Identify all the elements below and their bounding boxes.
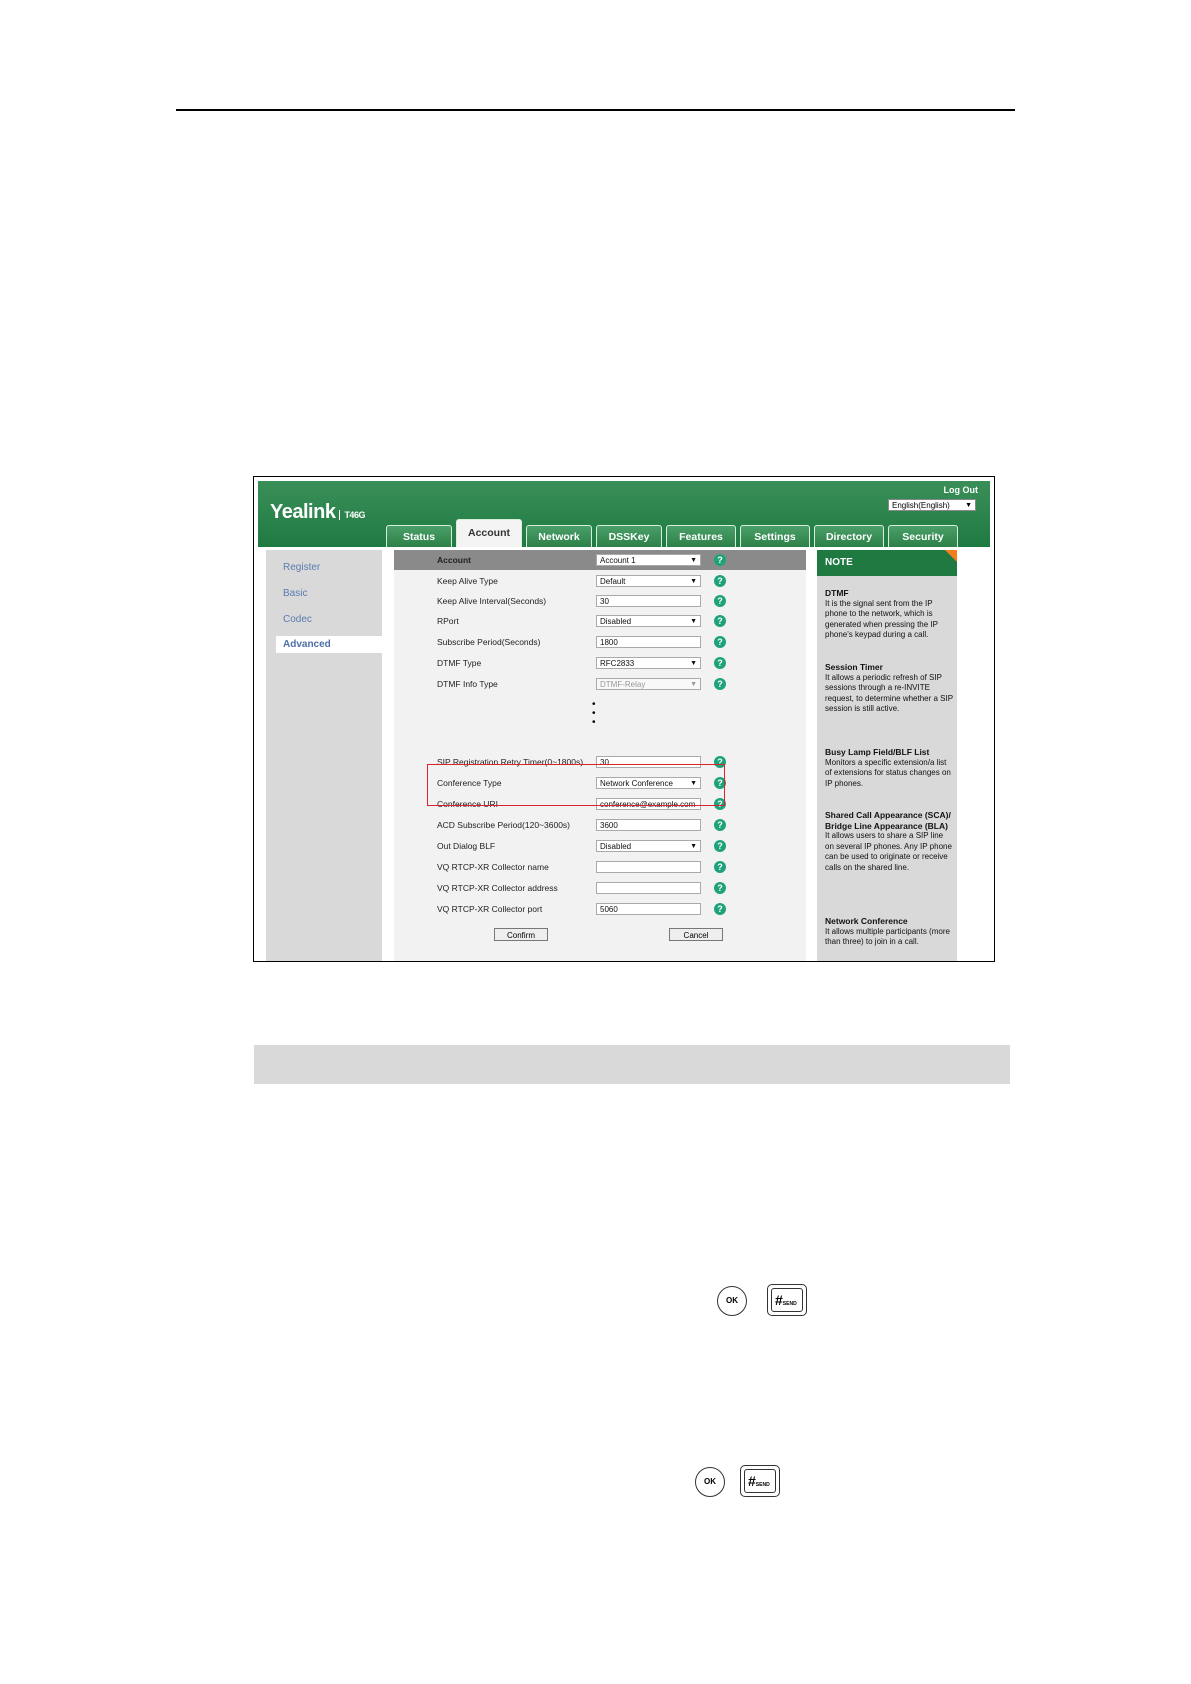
help-icon[interactable]: ? [714, 636, 726, 648]
help-icon[interactable]: ? [714, 882, 726, 894]
help-icon[interactable]: ? [714, 903, 726, 915]
help-icon[interactable]: ? [714, 678, 726, 690]
ok-key-icon: OK [717, 1286, 747, 1316]
gray-band [254, 1045, 1010, 1084]
help-icon[interactable]: ? [714, 554, 726, 566]
sidebar-item-advanced[interactable]: Advanced [276, 636, 382, 653]
confirm-button[interactable]: Confirm [494, 928, 548, 941]
out-dialog-blf-select[interactable]: Disabled ▼ [596, 840, 701, 852]
note-section: DTMF It is the signal sent from the IP ph… [825, 588, 938, 639]
note-section: Network Conference It allows multiple par… [825, 916, 950, 946]
help-icon[interactable]: ? [714, 595, 726, 607]
sidebar-item-basic[interactable]: Basic [283, 588, 307, 599]
rport-select[interactable]: Disabled ▼ [596, 615, 701, 627]
dtmf-type-select[interactable]: RFC2833 ▼ [596, 657, 701, 669]
vq-collector-name-label: VQ RTCP-XR Collector name [437, 862, 549, 872]
settings-form: Account Account 1 ▼ ? Keep Alive Type Def… [394, 550, 806, 961]
header-bar: Yealink T46G Log Out English(English) ▼ St… [258, 481, 990, 547]
page-top-rule [176, 109, 1015, 111]
note-corner-icon [945, 550, 957, 562]
keep-alive-interval-input[interactable]: 30 [596, 595, 701, 607]
help-icon[interactable]: ? [714, 840, 726, 852]
subscribe-period-label: Subscribe Period(Seconds) [437, 637, 541, 647]
logout-link[interactable]: Log Out [944, 485, 979, 495]
note-panel: NOTE DTMF It is the signal sent from the … [817, 550, 957, 961]
note-section: Busy Lamp Field/BLF List Monitors a speci… [825, 747, 951, 788]
tab-account[interactable]: Account [456, 519, 522, 547]
tab-features[interactable]: Features [666, 525, 736, 547]
highlight-box [427, 764, 725, 806]
chevron-down-icon: ▼ [965, 502, 972, 509]
tab-status[interactable]: Status [386, 525, 452, 547]
acd-subscribe-period-label: ACD Subscribe Period(120~3600s) [437, 820, 571, 830]
brand-logo: Yealink T46G [270, 501, 365, 523]
account-label: Account [437, 555, 471, 565]
dtmf-info-type-select: DTMF-Relay ▼ [596, 678, 701, 690]
help-icon[interactable]: ? [714, 819, 726, 831]
tab-network[interactable]: Network [526, 525, 592, 547]
vq-collector-name-input[interactable] [596, 861, 701, 873]
tab-security[interactable]: Security [888, 525, 958, 547]
ok-key-icon: OK [695, 1467, 725, 1497]
subscribe-period-input[interactable]: 1800 [596, 636, 701, 648]
ellipsis-dots: • • • [592, 699, 596, 728]
cancel-button[interactable]: Cancel [669, 928, 723, 941]
keep-alive-type-select[interactable]: Default ▼ [596, 575, 701, 587]
help-icon[interactable]: ? [714, 657, 726, 669]
chevron-down-icon: ▼ [690, 618, 697, 625]
note-section: Session Timer It allows a periodic refres… [825, 662, 953, 713]
tab-settings[interactable]: Settings [740, 525, 810, 547]
chevron-down-icon: ▼ [690, 843, 697, 850]
sidebar-item-register[interactable]: Register [283, 562, 320, 573]
vq-collector-port-input[interactable]: 5060 [596, 903, 701, 915]
acd-subscribe-period-input[interactable]: 3600 [596, 819, 701, 831]
send-key-icon: #SEND [740, 1465, 780, 1497]
keep-alive-interval-label: Keep Alive Interval(Seconds) [437, 596, 547, 606]
sidebar-item-codec[interactable]: Codec [283, 614, 312, 625]
language-select[interactable]: English(English) ▼ [888, 499, 976, 511]
help-icon[interactable]: ? [714, 615, 726, 627]
tab-dsskey[interactable]: DSSKey [596, 525, 662, 547]
send-key-icon: #SEND [767, 1284, 807, 1316]
sidebar: Register Basic Codec Advanced [266, 550, 382, 961]
vq-collector-port-label: VQ RTCP-XR Collector port [437, 904, 543, 914]
chevron-down-icon: ▼ [690, 681, 697, 688]
help-icon[interactable]: ? [714, 861, 726, 873]
dtmf-type-label: DTMF Type [437, 658, 482, 668]
tab-directory[interactable]: Directory [814, 525, 884, 547]
out-dialog-blf-label: Out Dialog BLF [437, 841, 496, 851]
help-icon[interactable]: ? [714, 575, 726, 587]
chevron-down-icon: ▼ [690, 557, 697, 564]
chevron-down-icon: ▼ [690, 578, 697, 585]
dtmf-info-type-label: DTMF Info Type [437, 679, 498, 689]
account-select[interactable]: Account 1 ▼ [596, 554, 701, 566]
note-title: NOTE [817, 550, 957, 576]
note-section: Shared Call Appearance (SCA)/ Bridge Lin… [825, 810, 952, 872]
keep-alive-type-label: Keep Alive Type [437, 576, 498, 586]
vq-collector-address-input[interactable] [596, 882, 701, 894]
vq-collector-address-label: VQ RTCP-XR Collector address [437, 883, 558, 893]
chevron-down-icon: ▼ [690, 660, 697, 667]
web-ui-screenshot: Yealink T46G Log Out English(English) ▼ St… [253, 476, 995, 962]
rport-label: RPort [437, 616, 459, 626]
